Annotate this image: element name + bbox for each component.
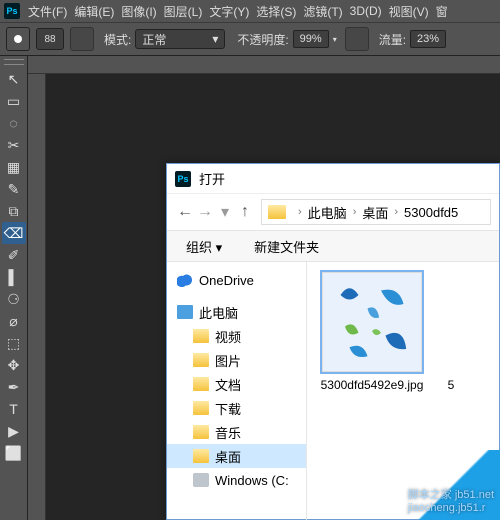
toolbox: ↖ ▭ ◌ ✂ ▦ ✎ ⧉ ⌫ ✐ ▌ ⚆ ⌀ ⬚ ✥ ✒ T ▶ ⬜ <box>0 56 28 520</box>
tool-shape[interactable]: ⬜ <box>2 442 26 464</box>
tree-drive-c[interactable]: Windows (C: <box>167 468 306 492</box>
tool-lasso[interactable]: ◌ <box>2 112 26 134</box>
opacity-dropdown-icon[interactable]: ▾ <box>333 35 337 44</box>
tool-slice[interactable]: ▦ <box>2 156 26 178</box>
flow-label: 流量: <box>379 31 406 48</box>
tool-patch[interactable]: ⧉ <box>2 200 26 222</box>
tool-stamp[interactable]: ✐ <box>2 244 26 266</box>
toolbox-grip-icon[interactable] <box>4 59 24 65</box>
menu-view[interactable]: 视图(V) <box>389 3 429 20</box>
tool-eraser[interactable]: ⚆ <box>2 288 26 310</box>
nav-recent-icon[interactable]: ▾ <box>215 202 235 222</box>
menu-filter[interactable]: 滤镜(T) <box>303 3 342 20</box>
ruler-horizontal <box>28 56 500 74</box>
tool-history-brush[interactable]: ▌ <box>2 266 26 288</box>
folder-tree[interactable]: OneDrive 此电脑 视频 图片 文档 下载 音乐 桌面 Windows (… <box>167 262 307 520</box>
dialog-app-icon: Ps <box>175 171 191 187</box>
flow-field[interactable]: 23% <box>410 30 446 48</box>
brush-preview-icon[interactable] <box>6 27 30 51</box>
tool-blur[interactable]: ⬚ <box>2 332 26 354</box>
nav-up-icon[interactable]: ↑ <box>235 203 255 221</box>
menu-layer[interactable]: 图层(L) <box>164 3 203 20</box>
tool-crop[interactable]: ✂ <box>2 134 26 156</box>
folder-icon <box>193 449 209 463</box>
breadcrumb[interactable]: › 此电脑 › 桌面 › 5300dfd5 <box>261 199 491 225</box>
ruler-vertical <box>28 56 46 520</box>
folder-icon <box>193 329 209 343</box>
new-folder-button[interactable]: 新建文件夹 <box>243 233 330 260</box>
pressure-opacity-icon[interactable] <box>345 27 369 51</box>
menu-edit[interactable]: 编辑(E) <box>74 3 114 20</box>
crumb-folder[interactable]: 5300dfd5 <box>404 205 458 220</box>
menu-window[interactable]: 窗 <box>436 3 448 20</box>
tree-this-pc[interactable]: 此电脑 <box>167 300 306 324</box>
dialog-nav: ← → ▾ ↑ › 此电脑 › 桌面 › 5300dfd5 <box>167 194 499 230</box>
file-name: 5300dfd5492e9.jpg <box>317 378 427 392</box>
app-logo-icon: Ps <box>4 3 20 19</box>
organize-button[interactable]: 组织 ▾ <box>175 233 233 260</box>
mode-select[interactable]: 正常▾ <box>135 29 225 49</box>
folder-icon <box>193 353 209 367</box>
options-bar: 88 模式: 正常▾ 不透明度: 99% ▾ 流量: 23% <box>0 22 500 56</box>
tree-documents[interactable]: 文档 <box>167 372 306 396</box>
watermark-corner <box>410 450 500 520</box>
folder-icon <box>193 401 209 415</box>
tool-move[interactable]: ↖ <box>2 68 26 90</box>
file-name: 5 <box>441 378 461 392</box>
tool-brush[interactable]: ⌫ <box>2 222 26 244</box>
disk-icon <box>193 473 209 487</box>
tree-downloads[interactable]: 下载 <box>167 396 306 420</box>
file-thumbnail <box>441 272 461 372</box>
dialog-titlebar[interactable]: Ps 打开 <box>167 164 499 194</box>
brush-size-field[interactable]: 88 <box>36 28 64 50</box>
tool-pen[interactable]: ✒ <box>2 376 26 398</box>
dialog-title-text: 打开 <box>199 169 225 188</box>
menu-image[interactable]: 图像(I) <box>121 3 156 20</box>
file-item[interactable]: 5 <box>441 272 461 392</box>
tree-music[interactable]: 音乐 <box>167 420 306 444</box>
nav-forward-icon[interactable]: → <box>195 203 215 221</box>
tool-path[interactable]: ▶ <box>2 420 26 442</box>
menu-file[interactable]: 文件(F) <box>28 3 67 20</box>
opacity-field[interactable]: 99% <box>293 30 329 48</box>
tool-eyedropper[interactable]: ✎ <box>2 178 26 200</box>
menu-select[interactable]: 选择(S) <box>256 3 296 20</box>
mode-label: 模式: <box>104 31 131 48</box>
tool-type[interactable]: T <box>2 398 26 420</box>
crumb-desktop[interactable]: 桌面 <box>362 203 388 222</box>
menubar: Ps 文件(F) 编辑(E) 图像(I) 图层(L) 文字(Y) 选择(S) 滤… <box>0 0 500 22</box>
nav-back-icon[interactable]: ← <box>175 203 195 221</box>
tree-desktop[interactable]: 桌面 <box>167 444 306 468</box>
tool-dodge[interactable]: ✥ <box>2 354 26 376</box>
crumb-pc[interactable]: 此电脑 <box>308 203 347 222</box>
cloud-icon <box>177 273 193 287</box>
tree-pictures[interactable]: 图片 <box>167 348 306 372</box>
folder-icon <box>268 205 286 219</box>
tree-onedrive[interactable]: OneDrive <box>167 268 306 292</box>
file-item[interactable]: 5300dfd5492e9.jpg <box>317 272 427 392</box>
opacity-label: 不透明度: <box>237 31 288 48</box>
folder-icon <box>193 425 209 439</box>
folder-icon <box>193 377 209 391</box>
brush-panel-icon[interactable] <box>70 27 94 51</box>
file-thumbnail <box>322 272 422 372</box>
menu-3d[interactable]: 3D(D) <box>350 4 382 18</box>
menu-type[interactable]: 文字(Y) <box>209 3 249 20</box>
tree-videos[interactable]: 视频 <box>167 324 306 348</box>
tool-marquee[interactable]: ▭ <box>2 90 26 112</box>
dialog-toolbar: 组织 ▾ 新建文件夹 <box>167 230 499 262</box>
tool-gradient[interactable]: ⌀ <box>2 310 26 332</box>
pc-icon <box>177 305 193 319</box>
